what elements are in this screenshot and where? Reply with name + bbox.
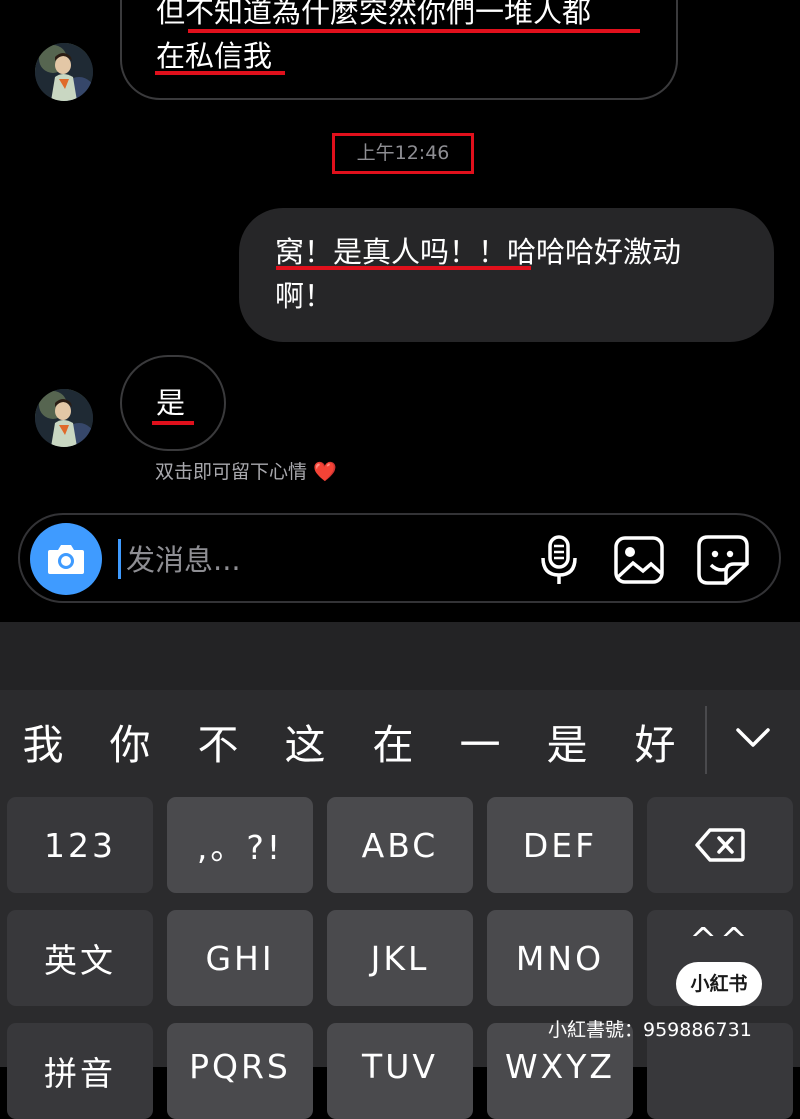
candidate-word[interactable]: 一 bbox=[445, 700, 515, 790]
message-input[interactable] bbox=[124, 533, 428, 587]
message-line: 是 bbox=[156, 386, 186, 420]
key-abc[interactable]: ABC bbox=[327, 797, 473, 893]
expand-candidates-button[interactable] bbox=[718, 708, 788, 768]
highlight-underline bbox=[155, 71, 285, 75]
sent-message-bubble[interactable]: 窝！是真人吗！！哈哈哈好激动 啊！ bbox=[239, 208, 774, 342]
key-punctuation[interactable]: ,。?! bbox=[167, 797, 313, 893]
xiaohongshu-logo: 小紅书 bbox=[676, 962, 762, 1006]
reaction-hint: 双击即可留下心情 ❤️ bbox=[155, 461, 337, 483]
key-ghi[interactable]: GHI bbox=[167, 910, 313, 1006]
text-cursor bbox=[118, 539, 121, 579]
candidate-word[interactable]: 你 bbox=[95, 700, 165, 790]
key-mno[interactable]: MNO bbox=[487, 910, 633, 1006]
highlight-underline bbox=[152, 421, 194, 425]
highlight-underline bbox=[276, 266, 531, 270]
backspace-icon bbox=[695, 828, 745, 862]
watermark-id: 小紅書號：959886731 bbox=[548, 1019, 752, 1041]
backspace-key[interactable] bbox=[647, 797, 793, 893]
key-label: 拼音 bbox=[44, 1054, 116, 1093]
received-message-bubble[interactable]: 是 bbox=[120, 355, 226, 451]
highlight-box bbox=[332, 133, 474, 174]
received-message-bubble[interactable]: 但不知道為什麼突然你們一堆人都 在私信我 bbox=[120, 0, 678, 100]
message-composer bbox=[18, 513, 781, 603]
keyboard-toolbar bbox=[0, 622, 800, 690]
contact-avatar[interactable] bbox=[35, 43, 93, 101]
keyboard: 我 你 不 这 在 一 是 好 123 ,。?! ABC DEF 英文 GHI … bbox=[0, 622, 800, 1119]
camera-icon bbox=[48, 545, 84, 574]
contact-avatar[interactable] bbox=[35, 389, 93, 447]
candidate-bar: 我 你 不 这 在 一 是 好 bbox=[0, 700, 800, 790]
candidate-word[interactable]: 这 bbox=[270, 700, 340, 790]
key-123[interactable]: 123 bbox=[7, 797, 153, 893]
candidate-divider bbox=[705, 706, 707, 774]
candidate-word[interactable]: 不 bbox=[183, 700, 253, 790]
key-english[interactable]: 英文 bbox=[7, 910, 153, 1006]
sticker-button[interactable] bbox=[696, 533, 750, 587]
candidate-word[interactable]: 我 bbox=[8, 700, 78, 790]
microphone-button[interactable] bbox=[532, 533, 586, 587]
key-pqrs[interactable]: PQRS bbox=[167, 1023, 313, 1119]
key-def[interactable]: DEF bbox=[487, 797, 633, 893]
gallery-button[interactable] bbox=[612, 533, 666, 587]
message-line: 啊！ bbox=[275, 279, 334, 313]
candidate-word[interactable]: 好 bbox=[620, 700, 690, 790]
image-icon bbox=[614, 536, 664, 584]
sticker-icon bbox=[697, 535, 749, 585]
key-pinyin[interactable]: 拼音 bbox=[7, 1023, 153, 1119]
highlight-underline bbox=[188, 29, 640, 33]
key-emoticon-label: ^^ bbox=[689, 920, 751, 959]
chevron-down-icon bbox=[736, 728, 770, 747]
key-tuv[interactable]: TUV bbox=[327, 1023, 473, 1119]
camera-button[interactable] bbox=[30, 523, 102, 595]
candidate-word[interactable]: 是 bbox=[532, 700, 602, 790]
candidate-word[interactable]: 在 bbox=[358, 700, 428, 790]
microphone-icon bbox=[541, 535, 577, 584]
key-jkl[interactable]: JKL bbox=[327, 910, 473, 1006]
